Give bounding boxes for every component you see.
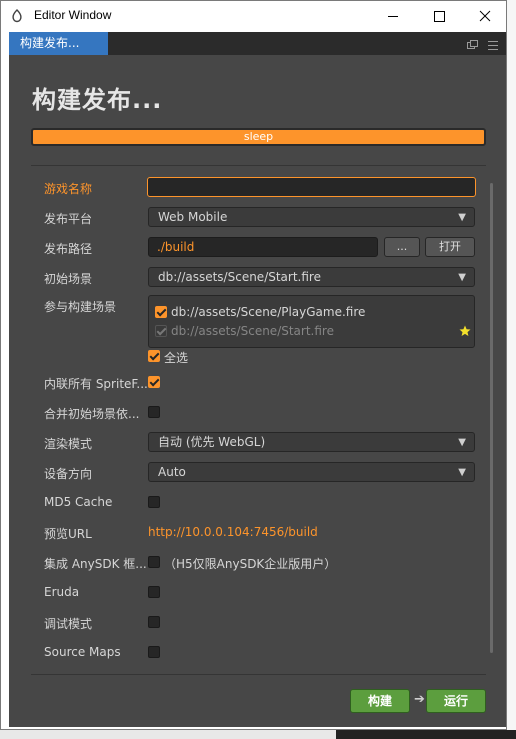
orientation-select[interactable]: Auto ▼ <box>148 462 475 482</box>
anysdk-checkbox[interactable] <box>148 556 160 568</box>
build-panel: 构建发布... sleep 游戏名称 发布平台 Web Mobile ▼ 发布路… <box>9 55 506 727</box>
star-icon <box>459 325 471 336</box>
merge-scene-label: 合并初始场景依... <box>44 407 140 421</box>
select-all-checkbox[interactable] <box>148 350 160 362</box>
start-scene-select[interactable]: db://assets/Scene/Start.fire ▼ <box>148 267 475 287</box>
inline-sprite-label: 内联所有 SpriteF... <box>44 377 148 391</box>
render-mode-value: 自动 (优先 WebGL) <box>158 435 266 449</box>
platform-label: 发布平台 <box>44 212 93 226</box>
orientation-value: Auto <box>158 465 186 479</box>
maximize-button[interactable] <box>416 1 462 32</box>
select-all-label: 全选 <box>164 351 189 365</box>
orientation-label: 设备方向 <box>44 467 93 481</box>
page-title: 构建发布... <box>32 86 163 114</box>
minimize-icon <box>388 16 398 17</box>
popout-icon[interactable] <box>467 40 478 49</box>
platform-value: Web Mobile <box>158 210 228 224</box>
run-button[interactable]: 运行 <box>426 689 486 713</box>
dropdown-arrow-icon: ▼ <box>458 437 466 448</box>
progress-label: sleep <box>243 130 274 143</box>
build-scenes-label: 参与构建场景 <box>44 300 117 314</box>
start-scene-label: 初始场景 <box>44 272 93 286</box>
platform-select[interactable]: Web Mobile ▼ <box>148 207 475 227</box>
scene-checkbox-start <box>155 325 167 337</box>
eruda-checkbox[interactable] <box>148 586 160 598</box>
app-icon <box>12 9 22 23</box>
scene-checkbox-playgame[interactable] <box>155 306 167 318</box>
game-name-label: 游戏名称 <box>44 182 93 196</box>
tab-controls <box>466 37 500 56</box>
md5-checkbox[interactable] <box>148 496 160 508</box>
render-mode-label: 渲染模式 <box>44 437 93 451</box>
game-name-input[interactable] <box>147 177 476 197</box>
browse-button[interactable]: ... <box>384 237 420 257</box>
dropdown-arrow-icon: ▼ <box>458 467 466 478</box>
build-button[interactable]: 构建 <box>350 689 410 713</box>
md5-label: MD5 Cache <box>44 495 113 509</box>
maximize-icon <box>434 11 445 22</box>
editor-window: Editor Window 构建发布... 构建发布... sleep 游戏名称… <box>0 0 507 730</box>
scrollbar[interactable] <box>490 183 493 653</box>
build-path-input[interactable]: ./build <box>148 237 378 257</box>
dropdown-arrow-icon: ▼ <box>458 272 466 283</box>
dropdown-arrow-icon: ▼ <box>458 212 466 223</box>
debug-checkbox[interactable] <box>148 616 160 628</box>
preview-url-link[interactable]: http://10.0.0.104:7456/build <box>148 525 318 539</box>
source-maps-label: Source Maps <box>44 645 121 659</box>
merge-scene-checkbox[interactable] <box>148 406 160 418</box>
title-bar[interactable]: Editor Window <box>1 1 506 32</box>
build-scenes-list: db://assets/Scene/PlayGame.fire db://ass… <box>148 295 475 348</box>
menu-icon[interactable] <box>488 41 498 50</box>
minimize-button[interactable] <box>370 1 416 32</box>
debug-label: 调试模式 <box>44 617 93 631</box>
tab-controls-icons <box>467 40 498 50</box>
background-window <box>507 0 516 739</box>
tab-build-publish[interactable]: 构建发布... <box>9 32 108 55</box>
anysdk-note: （H5仅限AnySDK企业版用户） <box>164 557 337 571</box>
render-mode-select[interactable]: 自动 (优先 WebGL) ▼ <box>148 432 475 452</box>
arrow-right-icon: ➔ <box>414 692 425 707</box>
divider <box>31 165 486 166</box>
open-folder-button[interactable]: 打开 <box>425 237 475 257</box>
anysdk-label: 集成 AnySDK 框... <box>44 557 147 571</box>
preview-url-label: 预览URL <box>44 527 92 541</box>
scene-path-start: db://assets/Scene/Start.fire <box>171 324 334 338</box>
scene-path-playgame: db://assets/Scene/PlayGame.fire <box>171 305 366 319</box>
inline-sprite-checkbox[interactable] <box>148 376 160 388</box>
window-title: Editor Window <box>34 8 112 22</box>
build-path-label: 发布路径 <box>44 242 93 256</box>
divider <box>31 674 486 675</box>
background-dark-block <box>336 730 516 739</box>
close-icon <box>479 10 491 22</box>
eruda-label: Eruda <box>44 585 80 599</box>
start-scene-value: db://assets/Scene/Start.fire <box>158 270 321 284</box>
tab-bar: 构建发布... <box>9 32 506 55</box>
close-button[interactable] <box>462 1 508 32</box>
source-maps-checkbox[interactable] <box>148 646 160 658</box>
build-progress-bar: sleep <box>31 128 486 146</box>
